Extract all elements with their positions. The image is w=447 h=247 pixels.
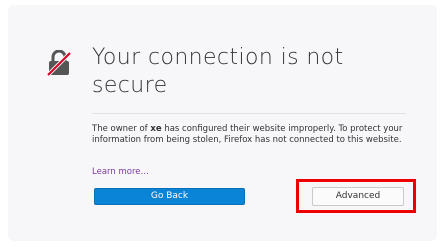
learn-more-link[interactable]: Learn more… xyxy=(92,167,149,177)
description-prefix: The owner of xyxy=(92,124,151,134)
advanced-button[interactable]: Advanced xyxy=(312,187,404,206)
go-back-button[interactable]: Go Back xyxy=(94,188,245,205)
broken-lock-icon xyxy=(46,49,72,77)
broken-lock-icon-graphic xyxy=(46,49,72,77)
page-title: Your connection is not secure xyxy=(92,45,344,98)
site-name: xe xyxy=(150,124,162,134)
error-description: The owner of xe has configured their web… xyxy=(92,124,412,145)
title-divider xyxy=(92,113,406,114)
